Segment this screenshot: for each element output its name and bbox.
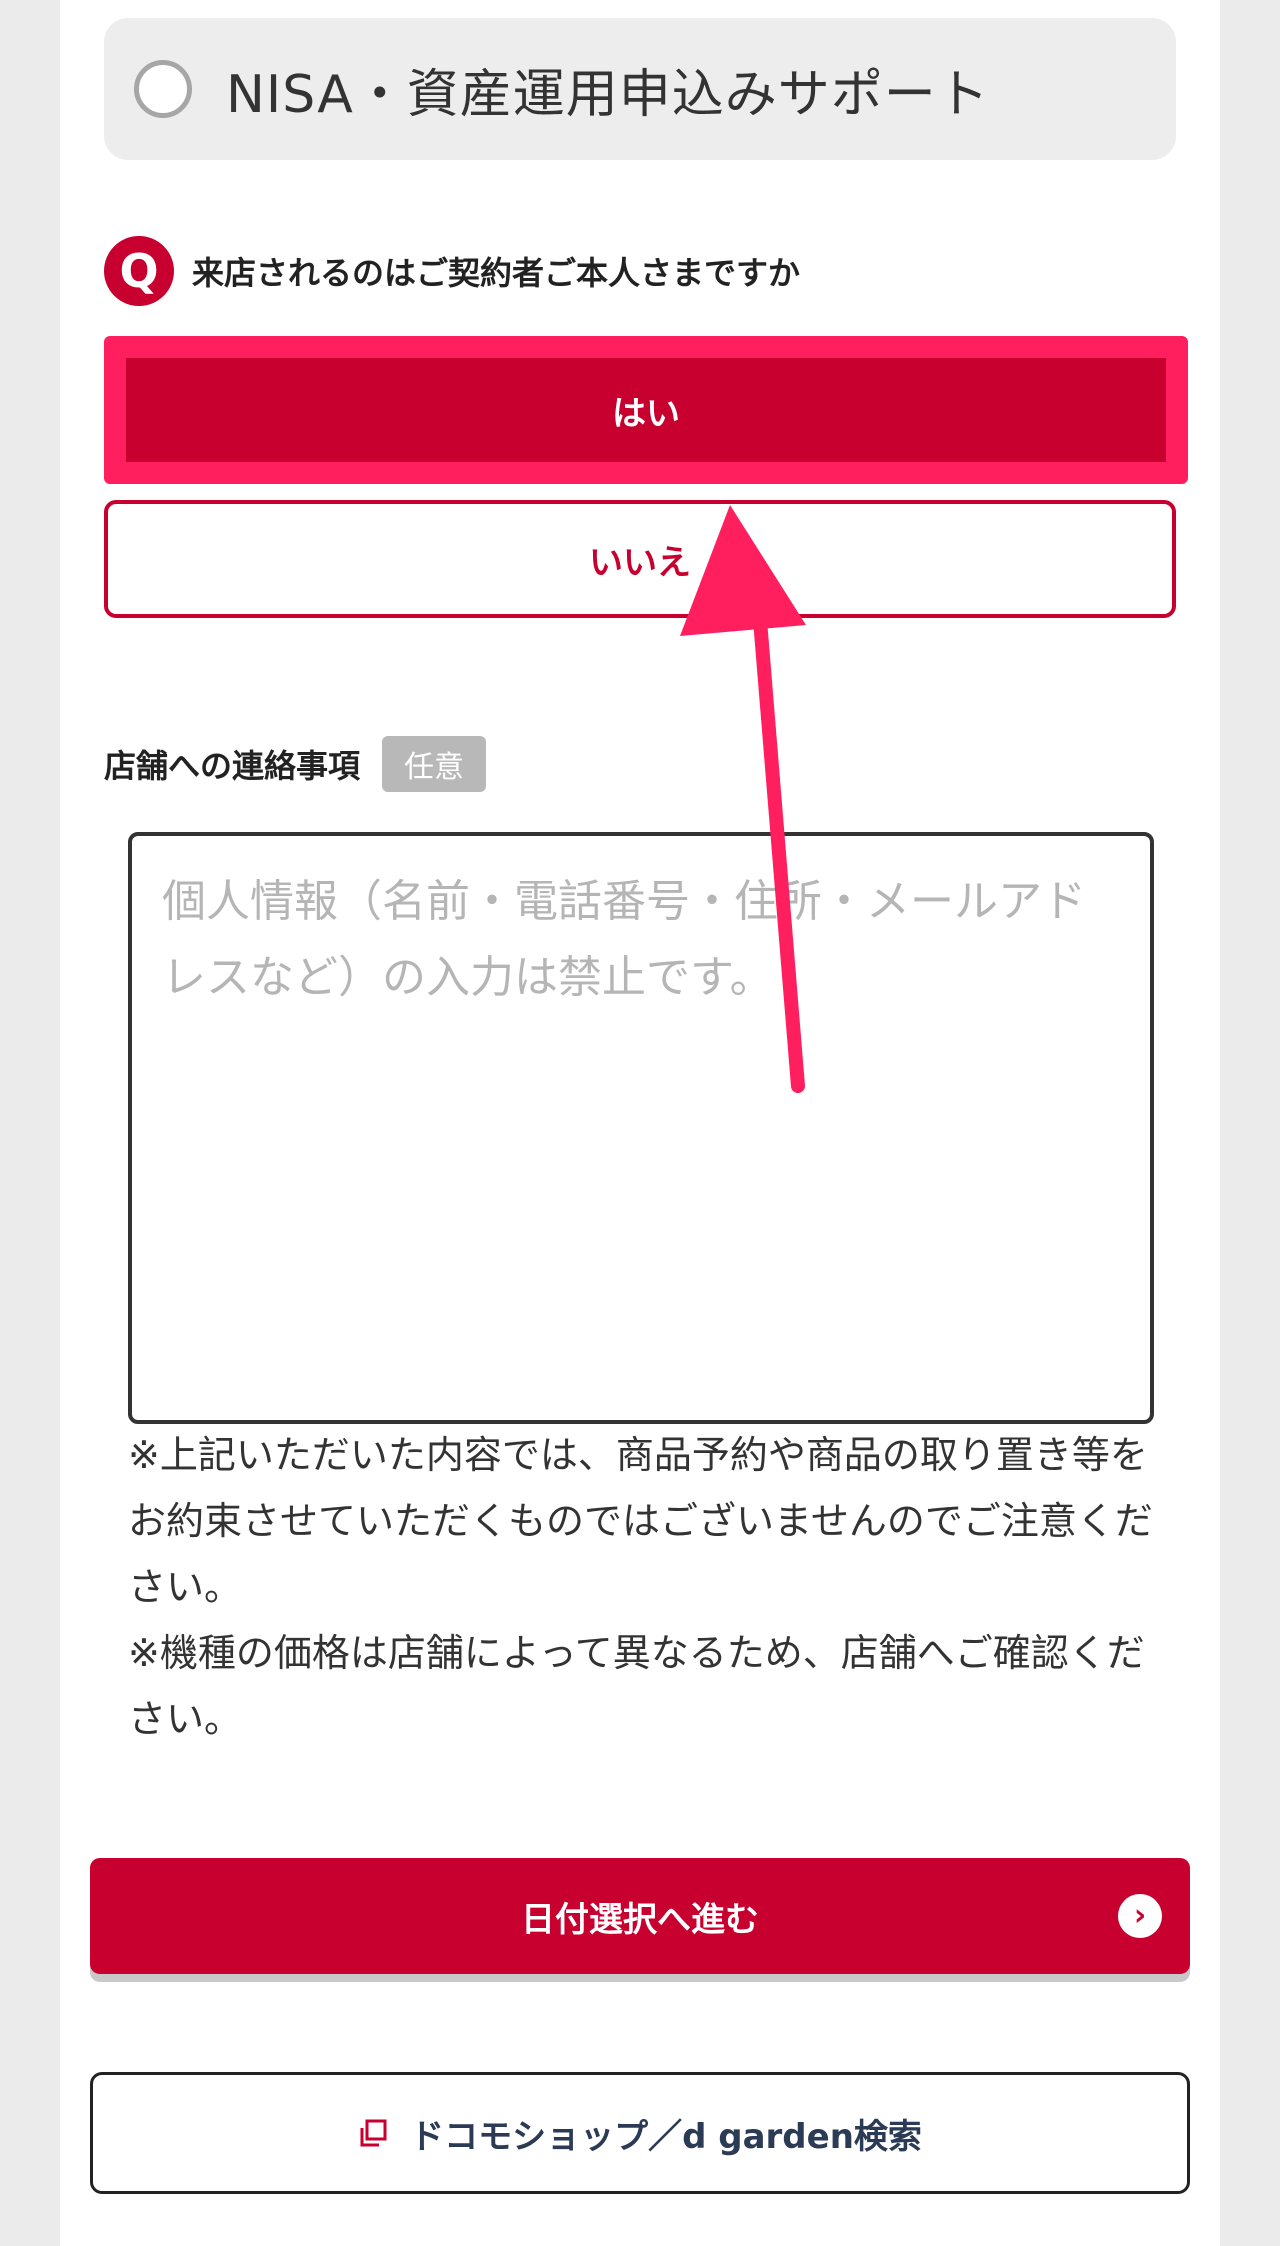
yes-button[interactable]: はい bbox=[104, 336, 1188, 484]
option-nisa-support[interactable]: NISA・資産運用申込みサポート bbox=[104, 18, 1176, 160]
note-reservation: ※上記いただいた内容では、商品予約や商品の取り置き等をお約束させていただくもので… bbox=[128, 1433, 1153, 1609]
next-date-label: 日付選択へ進む bbox=[521, 1899, 759, 1940]
contact-title: 店舗への連絡事項 bbox=[104, 747, 361, 785]
shop-search-label: ドコモショップ／d garden検索 bbox=[410, 2116, 922, 2157]
note-price: ※機種の価格は店舗によって異なるため、店舗へご確認ください。 bbox=[128, 1631, 1145, 1741]
contact-textarea[interactable] bbox=[128, 832, 1154, 1424]
external-link-icon bbox=[358, 2118, 388, 2148]
option-label: NISA・資産運用申込みサポート bbox=[226, 64, 990, 125]
optional-badge: 任意 bbox=[382, 736, 487, 792]
shop-search-button[interactable]: ドコモショップ／d garden検索 bbox=[90, 2072, 1190, 2194]
radio-unchecked-icon[interactable] bbox=[134, 60, 192, 118]
notes: ※上記いただいた内容では、商品予約や商品の取り置き等をお約束させていただくもので… bbox=[128, 1422, 1158, 1752]
contact-label: 店舗への連絡事項 任意 bbox=[104, 736, 487, 792]
no-button[interactable]: いいえ bbox=[104, 500, 1176, 618]
question-text: 来店されるのはご契約者ご本人さまですか bbox=[192, 254, 801, 292]
chevron-right-circle-icon: › bbox=[1118, 1894, 1162, 1938]
question-contractor: Q 来店されるのはご契約者ご本人さまですか bbox=[104, 236, 800, 306]
question-icon: Q bbox=[104, 236, 174, 306]
next-date-button[interactable]: 日付選択へ進む › bbox=[90, 1858, 1190, 1974]
